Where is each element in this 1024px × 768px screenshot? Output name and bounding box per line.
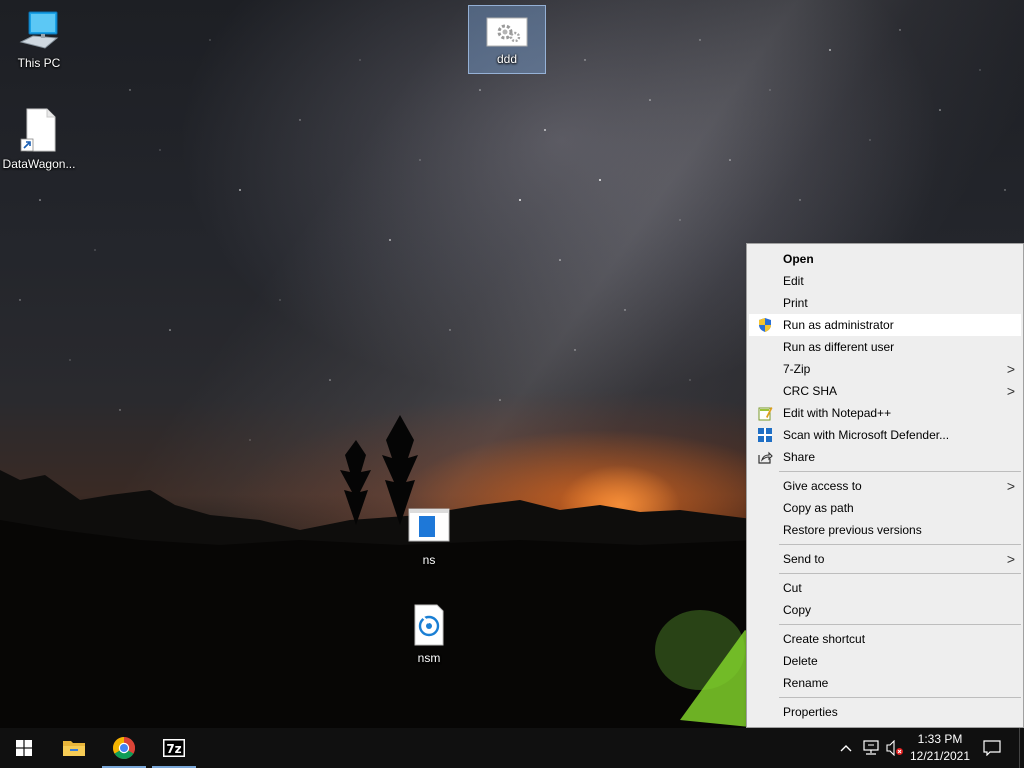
defender-icon xyxy=(758,428,772,442)
desktop-icon-this-pc[interactable]: This PC xyxy=(1,8,77,70)
menu-item-copy[interactable]: Copy xyxy=(749,599,1021,621)
menu-item-edit-with-notepad-plus-plus[interactable]: Edit with Notepad++ xyxy=(749,402,1021,424)
svg-text:7z: 7z xyxy=(166,742,181,756)
chrome-icon xyxy=(113,737,135,759)
notepad-plus-plus-icon xyxy=(758,407,773,421)
menu-item-print[interactable]: Print xyxy=(749,292,1021,314)
file-shortcut-icon xyxy=(20,108,56,152)
menu-separator xyxy=(779,471,1021,472)
menu-separator xyxy=(779,697,1021,698)
network-icon xyxy=(863,740,879,755)
menu-item-cut[interactable]: Cut xyxy=(749,577,1021,599)
menu-item-scan-with-defender[interactable]: Scan with Microsoft Defender... xyxy=(749,424,1021,446)
menu-item-copy-as-path[interactable]: Copy as path xyxy=(749,497,1021,519)
menu-item-7zip[interactable]: 7-Zip > xyxy=(749,358,1021,380)
menu-item-send-to[interactable]: Send to > xyxy=(749,548,1021,570)
taskbar: 7z 1:33 PM 12/21/2021 xyxy=(0,728,1024,768)
desktop-icon-ddd[interactable]: ddd xyxy=(468,5,546,74)
7zip-button[interactable]: 7z xyxy=(150,728,198,768)
menu-item-create-shortcut[interactable]: Create shortcut xyxy=(749,628,1021,650)
action-center-button[interactable] xyxy=(980,728,1004,768)
uac-shield-icon xyxy=(759,318,771,332)
menu-separator xyxy=(779,544,1021,545)
menu-item-run-as-administrator[interactable]: Run as administrator xyxy=(749,314,1021,336)
desktop-icon-nsm[interactable]: nsm xyxy=(391,603,467,665)
menu-item-properties[interactable]: Properties xyxy=(749,701,1021,723)
menu-item-open[interactable]: Open xyxy=(749,248,1021,270)
folder-icon xyxy=(63,741,85,756)
clock[interactable]: 1:33 PM 12/21/2021 xyxy=(900,731,980,765)
submenu-arrow-icon: > xyxy=(1006,383,1015,399)
start-button[interactable] xyxy=(0,728,48,768)
clock-time: 1:33 PM xyxy=(917,732,963,746)
chevron-up-icon xyxy=(840,745,852,752)
desktop-icon-ns[interactable]: ns xyxy=(391,505,467,567)
submenu-arrow-icon: > xyxy=(1006,361,1015,377)
7zip-icon: 7z xyxy=(163,739,185,757)
desktop-icon-datawagon[interactable]: DataWagon... xyxy=(1,107,77,171)
file-explorer-button[interactable] xyxy=(50,728,98,768)
windows-logo-icon xyxy=(16,740,32,756)
chrome-button[interactable] xyxy=(100,728,148,768)
notification-icon xyxy=(983,740,1001,756)
computer-icon xyxy=(19,11,59,49)
gear-file-icon xyxy=(486,17,528,47)
context-menu: Open Edit Print Run as administrator Run… xyxy=(746,243,1024,728)
menu-item-crc-sha[interactable]: CRC SHA > xyxy=(749,380,1021,402)
clock-date: 12/21/2021 xyxy=(909,749,971,763)
menu-item-give-access-to[interactable]: Give access to > xyxy=(749,475,1021,497)
network-button[interactable] xyxy=(860,728,882,768)
show-hidden-icons-button[interactable] xyxy=(836,728,856,768)
menu-item-edit[interactable]: Edit xyxy=(749,270,1021,292)
submenu-arrow-icon: > xyxy=(1006,478,1015,494)
menu-item-share[interactable]: Share xyxy=(749,446,1021,468)
desktop[interactable]: This PC DataWagon... ddd ns nsm Open Edi… xyxy=(0,0,1024,728)
setup-file-icon xyxy=(414,604,444,646)
menu-separator xyxy=(779,573,1021,574)
menu-item-delete[interactable]: Delete xyxy=(749,650,1021,672)
submenu-arrow-icon: > xyxy=(1006,551,1015,567)
menu-separator xyxy=(779,624,1021,625)
share-icon xyxy=(758,451,773,464)
show-desktop-button[interactable] xyxy=(1019,728,1024,768)
window-app-icon xyxy=(408,508,450,542)
menu-item-restore-previous-versions[interactable]: Restore previous versions xyxy=(749,519,1021,541)
menu-item-rename[interactable]: Rename xyxy=(749,672,1021,694)
menu-item-run-as-different-user[interactable]: Run as different user xyxy=(749,336,1021,358)
